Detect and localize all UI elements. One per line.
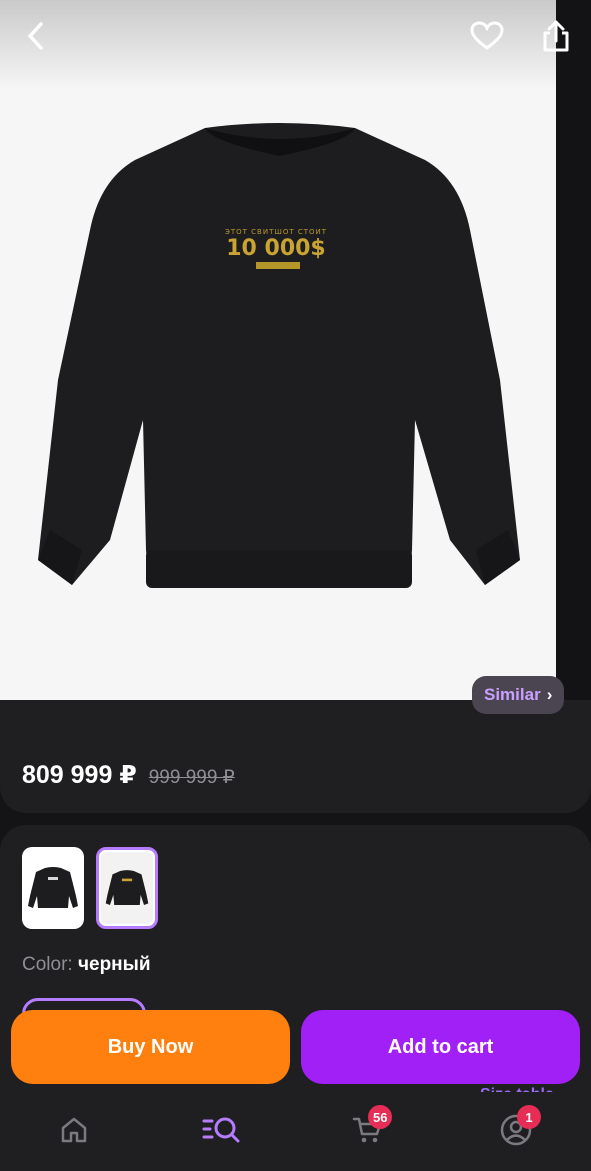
nav-home[interactable] [52,1110,96,1150]
current-price: 809 999 ₽ [22,761,137,789]
product-page: ЭТОТ СВИТШОТ СТОИТ 10 000$ Similar › 809… [0,0,591,1171]
sweatshirt-front-thumbnail [28,867,78,908]
variant-thumbnail[interactable] [22,847,84,929]
color-value: черный [77,954,151,975]
back-button[interactable] [14,14,58,58]
sweatshirt-back-thumbnail [105,870,149,906]
chevron-right-icon: › [546,685,553,704]
print-caption: ЭТОТ СВИТШОТ СТОИТ [225,228,327,236]
similar-button[interactable]: Similar › [472,676,565,714]
variant-thumbnail-selected[interactable] [96,847,158,929]
buy-now-button[interactable]: Buy Now [11,1010,290,1084]
favorite-button[interactable] [465,14,509,58]
print-price: 10 000$ [226,236,326,261]
product-image[interactable]: ЭТОТ СВИТШОТ СТОИТ 10 000$ [0,0,556,736]
heart-outline-icon [470,21,504,50]
image-edge-strip [556,0,591,736]
variant-thumbnail-image [101,852,153,924]
add-to-cart-button[interactable]: Add to cart [301,1010,580,1084]
old-price: 999 999 ₽ [148,767,235,788]
share-icon [543,20,569,52]
price-row: 809 999 ₽ 999 999 ₽ [22,760,235,790]
color-row: Color: черный [22,954,151,976]
sweatshirt-image: ЭТОТ СВИТШОТ СТОИТ 10 000$ [38,123,520,588]
color-label: Color: [22,954,73,975]
profile-notification-badge: 1 [517,1105,541,1129]
similar-label: Similar [484,685,541,704]
share-button[interactable] [534,14,578,58]
catalog-search-icon [202,1117,240,1143]
nav-catalog[interactable] [199,1110,243,1150]
home-icon [61,1117,87,1143]
chevron-left-icon [28,22,43,50]
price-card [0,700,591,813]
